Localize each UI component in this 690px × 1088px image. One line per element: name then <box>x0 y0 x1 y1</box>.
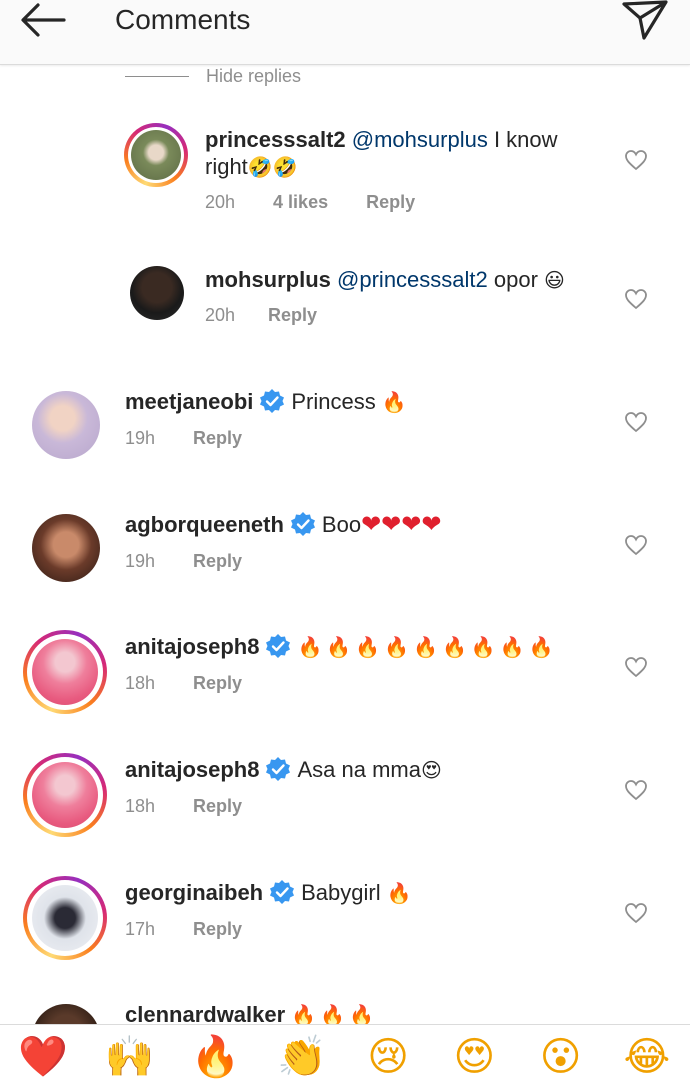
heart-icon[interactable] <box>624 656 648 678</box>
comment-emoji: 🔥 <box>386 881 412 905</box>
comment-time: 19h <box>125 551 156 571</box>
comment-text: Princess <box>291 389 382 414</box>
page-title: Comments <box>115 4 251 35</box>
avatar-story-ring[interactable] <box>124 123 188 187</box>
comment-time: 20h <box>205 192 236 212</box>
arrow-left-icon <box>21 3 66 37</box>
comment-username[interactable]: anitajoseph8 <box>125 634 259 659</box>
comment-text: opor <box>487 267 545 292</box>
comment-username[interactable]: mohsurplus <box>205 267 331 292</box>
comment-reply: princesssalt2 @mohsurplus I know right🤣🤣… <box>0 120 690 230</box>
reply-button[interactable]: Reply <box>268 305 317 326</box>
reply-button[interactable]: Reply <box>193 428 242 449</box>
verified-badge-icon <box>270 880 295 904</box>
hide-replies-label: Hide replies <box>206 65 302 86</box>
reply-button[interactable]: Reply <box>193 551 242 572</box>
avatar[interactable] <box>32 514 100 582</box>
back-button[interactable] <box>18 0 74 40</box>
verified-badge-icon <box>266 757 291 781</box>
divider <box>125 75 189 77</box>
reaction-heart-eyes[interactable]: 😍 <box>446 1029 502 1085</box>
reply-button[interactable]: Reply <box>193 673 242 694</box>
comment-time: 18h <box>125 673 156 693</box>
verified-badge-icon <box>266 634 291 658</box>
comment-emoji: 🔥 <box>381 390 407 414</box>
reply-button[interactable]: Reply <box>193 796 242 817</box>
heart-icon[interactable] <box>624 534 648 556</box>
verified-badge-icon <box>260 389 285 413</box>
reaction-clapping-hands[interactable]: 👏 <box>274 1029 330 1085</box>
comment-username[interactable]: agborqueeneth <box>125 512 284 537</box>
avatar-story-ring[interactable] <box>23 753 107 837</box>
comment-username[interactable]: georginaibeh <box>125 880 263 905</box>
avatar <box>32 762 98 828</box>
avatar <box>131 130 181 180</box>
comment-time: 17h <box>125 919 156 939</box>
comment-emoji: 🔥🔥🔥🔥🔥🔥🔥🔥🔥 <box>297 635 558 659</box>
hide-replies-toggle[interactable]: Hide replies <box>125 64 301 88</box>
comment-username[interactable]: meetjaneobi <box>125 389 253 414</box>
avatar <box>32 885 98 951</box>
comment: georginaibeh Babygirl 🔥 17h Reply <box>0 876 690 966</box>
comment-time: 18h <box>125 796 156 816</box>
comment-username[interactable]: anitajoseph8 <box>125 757 259 782</box>
comment-text: Asa na mma <box>297 757 421 782</box>
top-bar: Comments <box>0 0 690 65</box>
heart-icon[interactable] <box>624 779 648 801</box>
comment-emoji: ❤❤❤❤ <box>361 510 442 538</box>
comment: anitajoseph8 Asa na mma😍 18h Reply <box>0 753 690 843</box>
heart-icon[interactable] <box>624 902 648 924</box>
reaction-raising-hands[interactable]: 🙌 <box>101 1029 157 1085</box>
reaction-surprised-face[interactable]: 😮 <box>533 1029 589 1085</box>
quick-reactions-bar: ❤️ 🙌 🔥 👏 😢 😍 😮 😂 <box>0 1024 690 1088</box>
comment-time: 19h <box>125 428 156 448</box>
comment-text: Babygirl <box>301 880 387 905</box>
comment-text: I know <box>487 127 558 152</box>
heart-icon[interactable] <box>624 149 648 171</box>
paper-plane-icon <box>622 0 668 40</box>
avatar-story-ring[interactable] <box>23 630 107 714</box>
comment-mention[interactable]: @mohsurplus <box>352 127 488 152</box>
comment-likes[interactable]: 4 likes <box>273 192 328 213</box>
avatar[interactable] <box>130 266 184 320</box>
avatar[interactable] <box>32 391 100 459</box>
heart-icon[interactable] <box>624 288 648 310</box>
heart-icon[interactable] <box>624 411 648 433</box>
comment: meetjaneobi Princess 🔥 19h Reply <box>0 385 690 475</box>
avatar-story-ring[interactable] <box>23 876 107 960</box>
comment-username[interactable]: princesssalt2 <box>205 127 346 152</box>
verified-badge-icon <box>290 512 315 536</box>
comment-reply: mohsurplus @princesssalt2 opor 😃 20h Rep… <box>0 262 690 342</box>
reaction-crying-face[interactable]: 😢 <box>360 1029 416 1085</box>
comment-time: 20h <box>205 305 236 325</box>
reply-button[interactable]: Reply <box>366 192 415 213</box>
comment: anitajoseph8 🔥🔥🔥🔥🔥🔥🔥🔥🔥 18h Reply <box>0 630 690 720</box>
reply-button[interactable]: Reply <box>193 919 242 940</box>
comment-emoji: 🤣🤣 <box>247 155 298 179</box>
reaction-fire[interactable]: 🔥 <box>188 1029 244 1085</box>
comment: agborqueeneth Boo❤❤❤❤ 19h Reply <box>0 508 690 598</box>
comment-emoji: 😃 <box>544 268 565 292</box>
reaction-laughing-face[interactable]: 😂 <box>619 1029 675 1085</box>
avatar <box>32 639 98 705</box>
comment-text-line2: right <box>205 154 248 179</box>
comment-mention[interactable]: @princesssalt2 <box>337 267 488 292</box>
share-button[interactable] <box>620 0 670 42</box>
reaction-heart[interactable]: ❤️ <box>15 1029 71 1085</box>
comment-emoji: 😍 <box>420 758 442 782</box>
comment-text: Boo <box>321 512 362 537</box>
